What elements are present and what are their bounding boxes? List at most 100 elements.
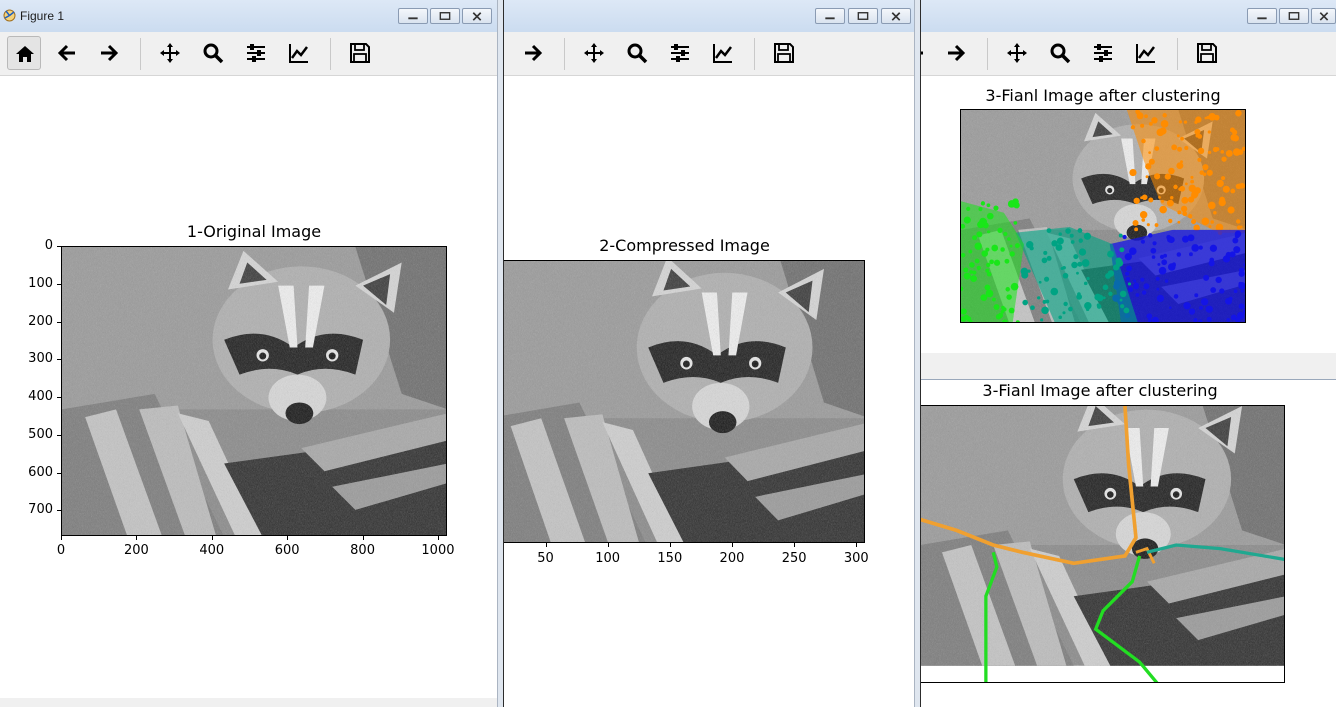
tick-mark xyxy=(61,536,62,540)
cluster-point xyxy=(1041,306,1049,315)
figure-canvas-bottom[interactable]: 3-Fianl Image after clustering xyxy=(921,380,1336,707)
cluster-point xyxy=(1145,175,1149,179)
cluster-point xyxy=(1141,138,1146,144)
tick-label: 800 xyxy=(350,543,375,558)
tick-mark xyxy=(287,536,289,540)
cluster-point xyxy=(1164,279,1169,283)
minimize-button[interactable] xyxy=(398,8,428,24)
home-button[interactable] xyxy=(7,36,41,70)
edit-axis-button[interactable] xyxy=(1129,36,1163,70)
cluster-point xyxy=(992,297,996,302)
close-button[interactable] xyxy=(462,8,492,24)
pan-button[interactable] xyxy=(153,36,187,70)
figure-window-2: 2-Compressed Image 50 100 150 200 250 300 xyxy=(504,0,914,707)
cluster-point xyxy=(1102,284,1109,291)
tick-mark xyxy=(136,536,138,540)
window-titlebar[interactable] xyxy=(921,0,1336,32)
toolbar-separator xyxy=(1177,38,1178,70)
cluster-point xyxy=(1014,243,1020,248)
back-button[interactable] xyxy=(921,36,932,70)
window-titlebar[interactable] xyxy=(504,0,914,32)
cluster-point xyxy=(1051,240,1058,247)
clustered-boundary-image xyxy=(921,405,1285,683)
configure-subplots-button[interactable] xyxy=(663,36,697,70)
cluster-point xyxy=(968,249,973,254)
cluster-point xyxy=(1238,267,1245,273)
cluster-point xyxy=(1191,190,1199,198)
cluster-point xyxy=(1208,225,1212,229)
figure-canvas[interactable]: 1-Original Image 0 100 200 300 400 500 600 700 … xyxy=(0,77,497,707)
tick-mark xyxy=(437,536,439,540)
edit-axis-button[interactable] xyxy=(706,36,740,70)
cluster-point xyxy=(1158,266,1167,275)
cluster-point xyxy=(980,201,986,206)
back-button[interactable] xyxy=(50,36,84,70)
cluster-point xyxy=(1219,288,1225,294)
pan-icon xyxy=(584,43,604,63)
cluster-point xyxy=(1043,250,1048,255)
edit-axis-button[interactable] xyxy=(282,36,316,70)
cluster-point xyxy=(963,267,969,273)
cluster-point xyxy=(1188,214,1193,219)
close-button[interactable] xyxy=(1311,8,1336,24)
restore-icon xyxy=(439,12,451,20)
pan-button[interactable] xyxy=(1000,36,1034,70)
forward-arrow-icon xyxy=(948,44,966,62)
save-button[interactable] xyxy=(343,36,377,70)
tick-label: 300 xyxy=(843,551,869,566)
minimize-button[interactable] xyxy=(815,8,845,24)
forward-button[interactable] xyxy=(939,36,973,70)
tick-mark xyxy=(211,536,213,540)
edit-axis-icon xyxy=(289,44,308,63)
toolbar-separator xyxy=(330,38,331,70)
tick-mark xyxy=(856,543,858,547)
configure-subplots-icon xyxy=(671,44,689,62)
cluster-point xyxy=(993,304,1000,311)
cluster-point xyxy=(1156,287,1160,291)
toolbar-separator xyxy=(987,38,988,70)
maximize-button[interactable] xyxy=(1279,8,1309,24)
tick-label: 600 xyxy=(274,543,300,558)
configure-subplots-button[interactable] xyxy=(1086,36,1120,70)
zoom-button[interactable] xyxy=(1043,36,1077,70)
cluster-point xyxy=(1132,279,1137,283)
toolbar-separator xyxy=(140,38,141,70)
tick-label: 0 xyxy=(44,238,53,253)
cluster-point xyxy=(1128,287,1134,293)
cluster-point xyxy=(1041,257,1048,264)
forward-button[interactable] xyxy=(516,36,550,70)
pane-splitter[interactable] xyxy=(921,353,1336,380)
maximize-button[interactable] xyxy=(430,8,460,24)
configure-subplots-button[interactable] xyxy=(239,36,273,70)
navigation-toolbar xyxy=(0,32,497,76)
cluster-point xyxy=(987,230,991,234)
cluster-point xyxy=(963,216,971,224)
save-button[interactable] xyxy=(1190,36,1224,70)
close-icon xyxy=(1319,12,1329,21)
window-border xyxy=(0,698,497,707)
minimize-button[interactable] xyxy=(1247,8,1277,24)
window-titlebar[interactable]: Figure 1 xyxy=(0,0,497,32)
cluster-point xyxy=(1133,283,1139,290)
cluster-point xyxy=(1136,112,1144,120)
cluster-point xyxy=(1056,237,1064,245)
cluster-point xyxy=(1154,223,1159,227)
save-button[interactable] xyxy=(767,36,801,70)
maximize-button[interactable] xyxy=(848,8,878,24)
zoom-button[interactable] xyxy=(196,36,230,70)
cluster-point xyxy=(1003,231,1008,237)
zoom-icon xyxy=(203,43,224,64)
cluster-point xyxy=(1120,304,1125,309)
zoom-button[interactable] xyxy=(620,36,654,70)
save-icon xyxy=(774,43,794,63)
forward-button[interactable] xyxy=(92,36,126,70)
cluster-point xyxy=(1124,253,1132,261)
figure-canvas[interactable]: 2-Compressed Image 50 100 150 200 250 300 xyxy=(504,77,914,707)
pan-button[interactable] xyxy=(577,36,611,70)
cluster-point xyxy=(1076,271,1079,275)
toolbar-separator xyxy=(564,38,565,70)
close-button[interactable] xyxy=(881,8,911,24)
cluster-point xyxy=(1156,128,1165,137)
figure-canvas-top[interactable]: 3-Fianl Image after clustering xyxy=(921,77,1336,353)
tick-mark xyxy=(57,510,61,512)
